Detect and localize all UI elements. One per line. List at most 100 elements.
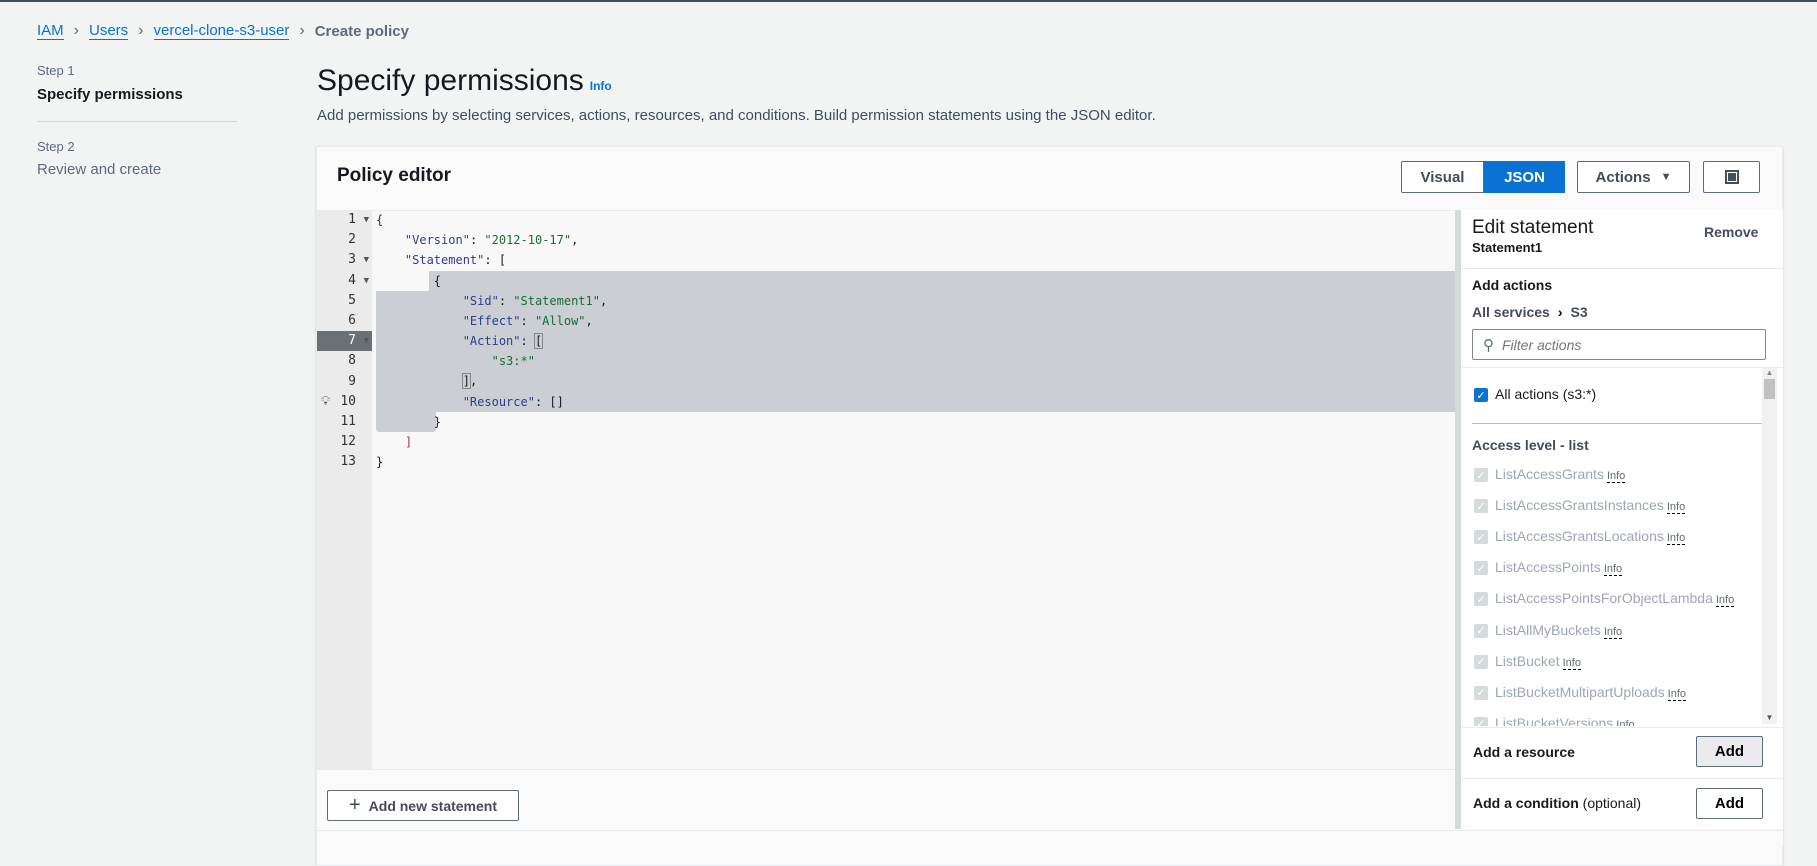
actions-label: Actions [1595, 168, 1651, 186]
step-2-title: Review and create [37, 161, 162, 178]
step-1-label: Step 1 [37, 63, 75, 78]
fold-arrow-icon[interactable]: ▼ [364, 210, 369, 230]
action-item: ListAccessGrants Info [1495, 466, 1626, 483]
action-checkbox[interactable]: ✓ [1474, 499, 1488, 514]
add-condition-label: Add a condition (optional) [1473, 795, 1641, 811]
action-label: ListAccessGrantsLocations [1495, 528, 1664, 545]
optional-text: (optional) [1582, 795, 1642, 811]
action-label: ListAccessGrantsInstances [1495, 497, 1664, 514]
info-link[interactable]: Info [1616, 718, 1635, 726]
all-services-link[interactable]: All services [1472, 304, 1550, 320]
line-number-text: 12 [340, 434, 356, 450]
line-number: 7 ▼ [317, 331, 372, 352]
info-link[interactable]: Info [1666, 532, 1686, 546]
actions-list: ✓ ListAccessGrants Info ✓ ListAccessGrantsIn… [1461, 368, 1762, 726]
line-number-text: 10 [340, 393, 356, 409]
plus-icon: + [348, 794, 361, 816]
code-line: "Resource": [] [462, 395, 564, 409]
action-checkbox[interactable]: ✓ [1474, 561, 1488, 576]
add-actions-heading: Add actions [1472, 277, 1553, 293]
action-checkbox[interactable]: ✓ [1474, 592, 1488, 607]
policy-editor-title: Policy editor [337, 165, 452, 186]
line-number-text: 5 [348, 292, 356, 308]
add-new-statement-button[interactable]: + Add new statement [327, 790, 519, 821]
breadcrumb-iam[interactable]: IAM [37, 22, 64, 40]
json-tab[interactable]: JSON [1484, 161, 1565, 193]
action-label: ListAccessPointsForObjectLambda [1495, 590, 1713, 607]
selection-highlight [429, 271, 1455, 291]
caret-down-icon: ▼ [1660, 171, 1672, 183]
breadcrumb-current: Create policy [314, 22, 409, 40]
action-checkbox[interactable]: ✓ [1474, 468, 1488, 482]
line-number: 11 [317, 412, 372, 432]
status-bar [317, 830, 1783, 846]
line-number-text: 13 [340, 454, 356, 470]
code-line: "s3:*" [491, 354, 535, 368]
edit-statement-heading: Edit statement [1472, 217, 1594, 238]
action-item: ListAllMyBuckets Info [1495, 622, 1623, 639]
divider [1461, 778, 1783, 779]
filter-actions-input[interactable]: ⚲ [1472, 329, 1766, 360]
breadcrumb-user[interactable]: vercel-clone-s3-user [153, 22, 290, 40]
visual-tab[interactable]: Visual [1401, 161, 1484, 193]
action-checkbox[interactable]: ✓ [1474, 623, 1488, 638]
code-line: } [376, 455, 384, 469]
statement-name: Statement1 [1472, 240, 1543, 255]
action-checkbox[interactable]: ✓ [1474, 654, 1488, 669]
action-item: ListAccessPoints Info [1495, 559, 1623, 577]
line-number: 12 [317, 432, 372, 452]
lightbulb-icon[interactable]: 💡︎ [321, 393, 330, 409]
divider [1461, 268, 1783, 269]
service-breadcrumb: All services › S3 [1472, 304, 1588, 320]
line-number: 5 [317, 291, 372, 311]
code-line: ] [404, 435, 413, 449]
top-border [0, 0, 1817, 2]
page-title: Specify permissions Info [317, 64, 612, 98]
action-item: ListBucket Info [1495, 652, 1581, 670]
fold-arrow-icon[interactable]: ▼ [364, 250, 369, 270]
info-link[interactable]: Info [1666, 501, 1686, 515]
action-checkbox[interactable]: ✓ [1474, 716, 1488, 726]
info-link[interactable]: Info [1603, 625, 1623, 639]
line-number: 4 ▼ [317, 271, 372, 291]
remove-button[interactable]: Remove [1704, 224, 1758, 240]
fullscreen-button[interactable] [1703, 161, 1760, 193]
line-number: 6 [317, 311, 372, 331]
add-condition-button[interactable]: Add [1696, 788, 1763, 819]
line-number: 9 [317, 372, 372, 392]
info-link[interactable]: Info [1667, 687, 1686, 701]
actions-scrollbar[interactable]: ▲ ▼ [1762, 368, 1777, 724]
filter-actions-field[interactable] [1502, 336, 1742, 353]
add-new-statement-label: Add new statement [368, 797, 498, 814]
action-checkbox[interactable]: ✓ [1474, 685, 1488, 700]
info-link[interactable]: Info [1603, 563, 1623, 577]
actions-dropdown[interactable]: Actions ▼ [1577, 161, 1690, 193]
info-link[interactable]: Info [590, 79, 612, 93]
divider [1461, 727, 1783, 728]
info-link[interactable]: Info [1606, 470, 1626, 483]
action-label: ListBucket [1495, 652, 1560, 669]
add-condition-text: Add a condition [1473, 795, 1579, 811]
add-resource-button[interactable]: Add [1696, 736, 1763, 767]
info-link[interactable]: Info [1715, 594, 1735, 608]
code-line: "Statement": [ [404, 253, 507, 267]
line-number-text: 11 [340, 414, 356, 429]
code-line: { [376, 274, 442, 288]
square-icon [1724, 170, 1739, 184]
fold-arrow-icon[interactable]: ▼ [364, 331, 369, 351]
fold-arrow-icon[interactable]: ▼ [364, 271, 369, 291]
step-1-title[interactable]: Specify permissions [37, 86, 183, 103]
action-checkbox[interactable]: ✓ [1474, 530, 1488, 545]
breadcrumb: IAM › Users › vercel-clone-s3-user › Create… [37, 22, 409, 40]
action-label: ListAccessGrants [1495, 466, 1604, 482]
chevron-right-icon: › [299, 22, 305, 39]
step-divider [37, 121, 237, 122]
code-line: "Sid": "Statement1", [462, 294, 608, 308]
page-title-text: Specify permissions [317, 64, 584, 97]
line-number: 3 ▼ [317, 250, 372, 270]
line-number: 2 [317, 230, 372, 250]
breadcrumb-users[interactable]: Users [89, 22, 129, 40]
action-label: ListAccessPoints [1495, 559, 1601, 576]
info-link[interactable]: Info [1562, 656, 1581, 670]
line-number-text: 7 [348, 333, 356, 349]
